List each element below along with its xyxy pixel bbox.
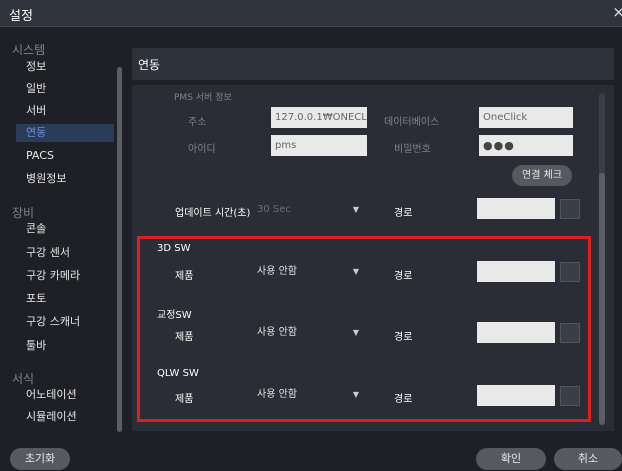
sidebar-item-intraoral-sensor[interactable]: 구강 센서: [16, 244, 114, 262]
update-path-input[interactable]: [477, 198, 555, 219]
sidebar-item-annotation[interactable]: 어노테이션: [16, 386, 114, 404]
sidebar-item-simulation[interactable]: 시뮬레이션: [16, 408, 114, 426]
password-input[interactable]: ●●●: [479, 135, 573, 156]
sidebar-item-general[interactable]: 일반: [16, 80, 114, 98]
sidebar-item-info[interactable]: 정보: [16, 58, 114, 76]
address-label: 주소: [188, 117, 207, 128]
category-form: 서식: [12, 372, 35, 386]
sidebar-item-pacs[interactable]: PACS: [16, 147, 114, 165]
category-system: 시스템: [12, 43, 46, 57]
sidebar-item-intraoral-scanner[interactable]: 구강 스캐너: [16, 313, 114, 331]
sidebar-item-hospital-info[interactable]: 병원정보: [16, 170, 114, 188]
update-path-label: 경로: [394, 208, 413, 219]
update-time-value: 30 Sec: [257, 204, 291, 215]
connection-check-button[interactable]: 연결 체크: [512, 165, 572, 186]
section-title: 연동: [138, 58, 161, 72]
sidebar-item-intraoral-camera[interactable]: 구강 카메라: [16, 267, 114, 285]
sidebar-item-server[interactable]: 서버: [16, 102, 114, 120]
update-time-label: 업데이트 시간(초): [175, 208, 251, 219]
database-label: 데이터베이스: [384, 117, 440, 128]
chevron-down-icon: ▼: [352, 205, 359, 214]
update-time-select[interactable]: 30 Sec ▼: [257, 199, 363, 221]
sidebar-item-toolbar[interactable]: 툴바: [16, 337, 114, 355]
sidebar-item-console[interactable]: 콘솔: [16, 220, 114, 238]
address-input[interactable]: 127.0.0.1₩ONECLICK: [271, 107, 367, 128]
section-header: 연동: [132, 48, 614, 80]
reset-button[interactable]: 초기화: [10, 448, 70, 470]
close-icon[interactable]: ×: [612, 3, 622, 21]
category-device: 장비: [12, 206, 35, 220]
panel-scrollbar-thumb[interactable]: [599, 173, 605, 425]
sidebar-item-photo[interactable]: 포토: [16, 290, 114, 308]
id-input[interactable]: pms: [271, 135, 367, 156]
password-label: 비밀번호: [394, 144, 431, 155]
ok-button[interactable]: 확인: [476, 448, 546, 470]
cancel-button[interactable]: 취소: [554, 448, 622, 470]
browse-icon[interactable]: [560, 199, 580, 219]
id-label: 아이디: [188, 144, 216, 155]
window-title: 설정: [9, 9, 33, 24]
title-bar: 설정 ×: [0, 0, 622, 27]
pms-section-title: PMS 서버 정보: [174, 93, 232, 103]
database-input[interactable]: OneClick: [479, 107, 573, 128]
sidebar-item-integration[interactable]: 연동: [16, 124, 114, 142]
sidebar-scrollbar[interactable]: [117, 67, 122, 432]
highlight-box: [137, 236, 591, 422]
